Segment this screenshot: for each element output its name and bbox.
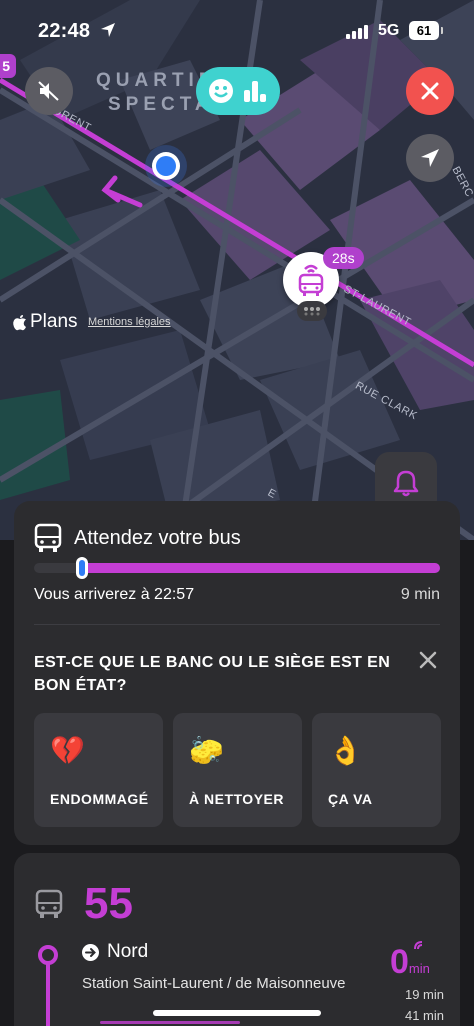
maps-attribution: Plans bbox=[12, 311, 78, 333]
later-departure: 19 min bbox=[404, 987, 444, 1002]
option-label: ÇA VA bbox=[328, 791, 373, 807]
recenter-button[interactable] bbox=[406, 134, 454, 182]
next-departure: 0min bbox=[390, 943, 430, 982]
bus-icon bbox=[35, 889, 63, 918]
route-direction: Nord bbox=[82, 941, 148, 963]
network-type: 5G bbox=[378, 22, 400, 39]
stats-bars-icon bbox=[244, 81, 266, 102]
wait-progress-thumb bbox=[76, 557, 88, 579]
wait-title: Attendez votre bus bbox=[74, 527, 241, 549]
status-bar: 22:48 5G 61 bbox=[0, 0, 474, 60]
survey-options: 💔 ENDOMMAGÉ 🧽 À NETTOYER 👌 ÇA VA bbox=[34, 713, 441, 827]
survey-question: EST-CE QUE LE BANC OU LE SIÈGE EST EN BO… bbox=[34, 654, 391, 694]
route-number: 55 bbox=[84, 879, 133, 928]
more-icon[interactable] bbox=[297, 301, 327, 321]
mute-button[interactable] bbox=[25, 67, 73, 115]
wait-progress-bar bbox=[34, 557, 440, 579]
bus-eta-badge: 28s bbox=[323, 247, 364, 269]
route-card[interactable]: 55 Nord Station Saint-Laurent / de Maiso… bbox=[14, 853, 460, 1026]
stop-name: Station Saint-Laurent / de Maisonneuve bbox=[82, 975, 346, 992]
user-location-dot bbox=[152, 152, 180, 180]
location-arrow-icon bbox=[101, 23, 115, 37]
sponge-icon: 🧽 bbox=[189, 735, 224, 766]
arrow-right-icon bbox=[82, 943, 99, 961]
broken-heart-icon: 💔 bbox=[50, 735, 85, 766]
map-view[interactable]: 22:48 5G 61 5 QUARTIE SPECTA LAURENT BER… bbox=[0, 0, 474, 540]
location-arrow-icon bbox=[421, 149, 439, 167]
close-button[interactable] bbox=[406, 67, 454, 115]
smiley-icon bbox=[209, 79, 233, 103]
next-departure-value: 0 bbox=[390, 943, 409, 981]
bell-icon bbox=[393, 470, 419, 497]
option-ok-button[interactable]: 👌 ÇA VA bbox=[312, 713, 441, 827]
home-indicator[interactable] bbox=[153, 1010, 321, 1016]
arrival-time: Vous arriverez à 22:57 bbox=[34, 586, 195, 603]
option-label: À NETTOYER bbox=[189, 791, 284, 807]
status-time: 22:48 bbox=[38, 20, 91, 42]
dismiss-survey-icon[interactable] bbox=[417, 649, 439, 671]
feedback-button[interactable] bbox=[196, 67, 280, 115]
legal-notice-link[interactable]: Mentions légales bbox=[88, 316, 171, 328]
live-bus-icon bbox=[298, 264, 324, 296]
close-icon bbox=[421, 82, 439, 100]
wait-progress-fill bbox=[82, 563, 440, 573]
route-detail-fragment bbox=[100, 1021, 240, 1024]
option-label: ENDOMMAGÉ bbox=[50, 791, 149, 807]
divider bbox=[34, 624, 440, 625]
later-departure: 41 min bbox=[404, 1008, 444, 1023]
stop-dot bbox=[38, 945, 58, 965]
direction-label: Nord bbox=[107, 941, 149, 962]
maps-brand-label: Plans bbox=[30, 311, 78, 332]
cell-signal-icon bbox=[346, 25, 368, 39]
trip-duration: 9 min bbox=[400, 586, 440, 603]
ok-hand-icon: 👌 bbox=[328, 735, 363, 766]
apple-logo-icon bbox=[13, 314, 26, 330]
bus-icon bbox=[34, 523, 62, 552]
wait-card: Attendez votre bus Vous arriverez à 22:5… bbox=[14, 501, 460, 845]
speaker-muted-icon bbox=[38, 81, 59, 101]
route-edge-badge[interactable]: 5 bbox=[0, 54, 16, 78]
option-to-clean-button[interactable]: 🧽 À NETTOYER bbox=[173, 713, 302, 827]
option-damaged-button[interactable]: 💔 ENDOMMAGÉ bbox=[34, 713, 163, 827]
battery-indicator: 61 bbox=[409, 21, 443, 40]
next-departure-unit: min bbox=[408, 961, 430, 976]
